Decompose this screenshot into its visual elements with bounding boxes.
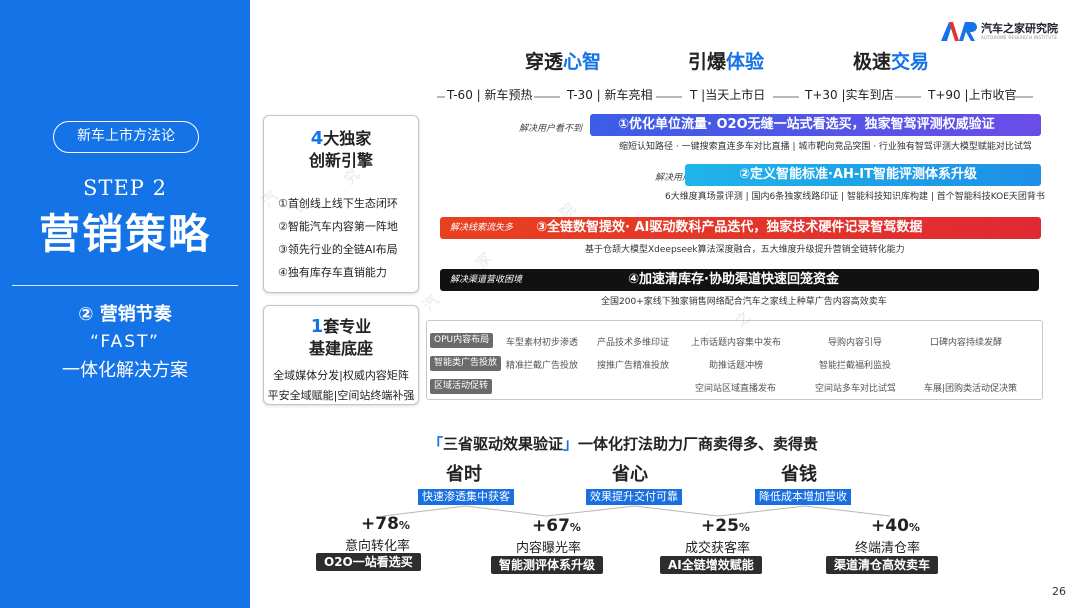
timeline: T-60 | 新车预热 T-30 | 新车亮相 T |当天上市日 T+30 |实… [437, 86, 1037, 106]
matrix-cell: 智能拦截福利监投 [819, 361, 892, 371]
system-list: 全域媒体分发|权威内容矩阵 平安全域赋能|空间站终端补强 [264, 366, 418, 406]
matrix-cell: 空间站多车对比试驾 [815, 384, 897, 394]
bar-3: 解决线索流失多 ③全链数智提效· AI驱动数科产品迭代，独家技术硬件记录智驾数据 [440, 217, 1041, 239]
timeline-item: T-30 | 新车亮相 [567, 88, 653, 102]
matrix-cell: 搜推广告精准投放 [597, 361, 670, 371]
logo-icon [941, 22, 977, 41]
matrix-row: OPU内容布局 车型素材初步渗透 产品技术多维印证 上市话题内容集中发布 导购内… [427, 330, 1042, 350]
page-number: 26 [1052, 585, 1066, 598]
metric-value: +67% [532, 516, 581, 536]
matrix-tag: OPU内容布局 [430, 333, 494, 348]
matrix-cell: 助推话题冲榜 [709, 361, 764, 371]
page-title: 营销策略 [39, 210, 211, 258]
logo-en: AUTOHOME RESEARCH INSTITUTE [981, 34, 1058, 40]
saving-title: 省心 [612, 464, 648, 485]
logo-cn: 汽车之家研究院 [981, 21, 1058, 35]
step-label: STEP 2 [83, 176, 167, 200]
system-item: 全域媒体分发|权威内容矩阵 [273, 369, 409, 382]
metric-pill: O2O一站看选买 [316, 553, 421, 571]
slogan-2: 引爆体验 [688, 51, 765, 73]
verify-heading: 「三省驱动效果验证」一体化打法助力厂商卖得多、卖得贵 [428, 435, 819, 453]
bar2-sub: 6大维度真场景评测 | 国内6条独家线路印证 | 智能科技知识库构建 | 首个智… [665, 192, 1045, 202]
saving-title: 省时 [446, 464, 482, 485]
matrix-cell: 产品技术多维印证 [597, 338, 670, 348]
bar4-sub: 全国200+家线下独家销售网络配合汽车之家线上种草广告内容高效卖车 [601, 297, 887, 307]
matrix-cell: 口碑内容持续发酵 [930, 338, 1003, 348]
system-title: 1套专业 基建底座 [308, 316, 373, 358]
metric-pill: 渠道清仓高效卖车 [826, 556, 939, 574]
metric-label: 意向转化率 [345, 539, 411, 554]
bar1-sub: 缩短认知路径 · 一键搜索直连多车对比直播 | 城市靶向竞品突围 · 行业独有智… [619, 142, 1032, 152]
bar-4: 解决渠道营收困境 ④加速清库存·协助渠道快速回笼资金 [440, 269, 1039, 291]
feature-item: ①首创线上线下生态闭环 [278, 197, 398, 210]
timeline-dash [656, 96, 682, 98]
matrix-cell: 车型素材初步渗透 [506, 338, 579, 348]
timeline-dash [1015, 96, 1033, 98]
saving-tag: 降低成本增加营收 [755, 489, 851, 505]
strategy-matrix: OPU内容布局 车型素材初步渗透 产品技术多维印证 上市话题内容集中发布 导购内… [426, 320, 1043, 400]
connector-line [717, 505, 891, 517]
matrix-cell: 车展|团购类活动促决策 [924, 384, 1018, 394]
left-panel: 新车上市方法论 STEP 2 营销策略 ② 营销节奏 “FAST” 一体化解决方… [0, 0, 250, 608]
timeline-dash [437, 96, 445, 98]
logo: 汽车之家研究院 AUTOHOME RESEARCH INSTITUTE [939, 20, 1058, 42]
feature-item: ②智能汽车内容第一阵地 [278, 220, 398, 233]
timeline-item: T-60 | 新车预热 [447, 88, 533, 102]
bar-2: ②定义智能标准·AH-IT智能评测体系升级 [685, 164, 1041, 186]
fast-label: “FAST” [90, 332, 160, 352]
matrix-cell: 精准拦截广告投放 [506, 361, 579, 371]
timeline-item: T+90 |上市收官 [928, 88, 1017, 102]
matrix-row: 智能类广告投放 精准拦截广告投放 搜推广告精准投放 助推话题冲榜 智能拦截福利监… [427, 353, 1042, 373]
saving-tag: 快速渗透集中获客 [418, 489, 514, 505]
solution-label: 一体化解决方案 [62, 360, 188, 381]
matrix-cell: 空间站区域直播发布 [695, 384, 777, 394]
watermark-char: 汽 [419, 291, 443, 315]
bar1-tag: 解决用户看不到 [519, 124, 583, 134]
matrix-tag: 智能类广告投放 [430, 356, 502, 371]
features-list: ①首创线上线下生态闭环 ②智能汽车内容第一阵地 ③领先行业的全链AI布局 ④独有… [278, 192, 398, 284]
metric-label: 成交获客率 [685, 541, 751, 556]
matrix-tag: 区域活动促转 [430, 379, 493, 394]
slogan-3: 极速交易 [853, 51, 930, 73]
connector-line [545, 505, 719, 517]
metric-value: +78% [361, 514, 410, 534]
timeline-item: T+30 |实车到店 [805, 88, 894, 102]
saving-tag: 效果提升交付可靠 [586, 489, 682, 505]
left-divider [12, 285, 238, 286]
matrix-cell: 导购内容引导 [828, 338, 883, 348]
features-box: 4大独家 创新引擎 ①首创线上线下生态闭环 ②智能汽车内容第一阵地 ③领先行业的… [263, 115, 419, 293]
matrix-row: 区域活动促转 空间站区域直播发布 空间站多车对比试驾 车展|团购类活动促决策 [427, 376, 1042, 396]
metric-pill: AI全链增效赋能 [660, 556, 762, 574]
rhythm-heading: ② 营销节奏 [78, 304, 172, 325]
slogan-1: 穿透心智 [525, 51, 602, 73]
saving-title: 省钱 [781, 464, 817, 485]
timeline-dash [534, 96, 560, 98]
feature-item: ③领先行业的全链AI布局 [278, 243, 398, 256]
features-title: 4大独家 创新引擎 [308, 128, 373, 170]
method-pill: 新车上市方法论 [53, 121, 199, 153]
metric-value: +25% [701, 516, 750, 536]
metric-label: 终端清仓率 [855, 541, 921, 556]
timeline-dash [895, 96, 921, 98]
metric-label: 内容曝光率 [516, 541, 582, 556]
system-box: 1套专业 基建底座 全域媒体分发|权威内容矩阵 平安全域赋能|空间站终端补强 [263, 305, 419, 405]
bar-1: ①优化单位流量· O2O无缝一站式看选买，独家智驾评测权威验证 [590, 114, 1041, 136]
bar3-sub: 基于仓颉大模型Xdeepseek算法深度融合，五大维度升级提升营销全链转化能力 [585, 245, 905, 255]
feature-item: ④独有库存车直销能力 [278, 266, 387, 279]
metric-value: +40% [871, 516, 920, 536]
metric-pill: 智能测评体系升级 [491, 556, 604, 574]
timeline-item: T |当天上市日 [690, 88, 766, 102]
matrix-cell: 上市话题内容集中发布 [691, 338, 782, 348]
timeline-dash [773, 96, 799, 98]
system-item: 平安全域赋能|空间站终端补强 [267, 389, 415, 402]
